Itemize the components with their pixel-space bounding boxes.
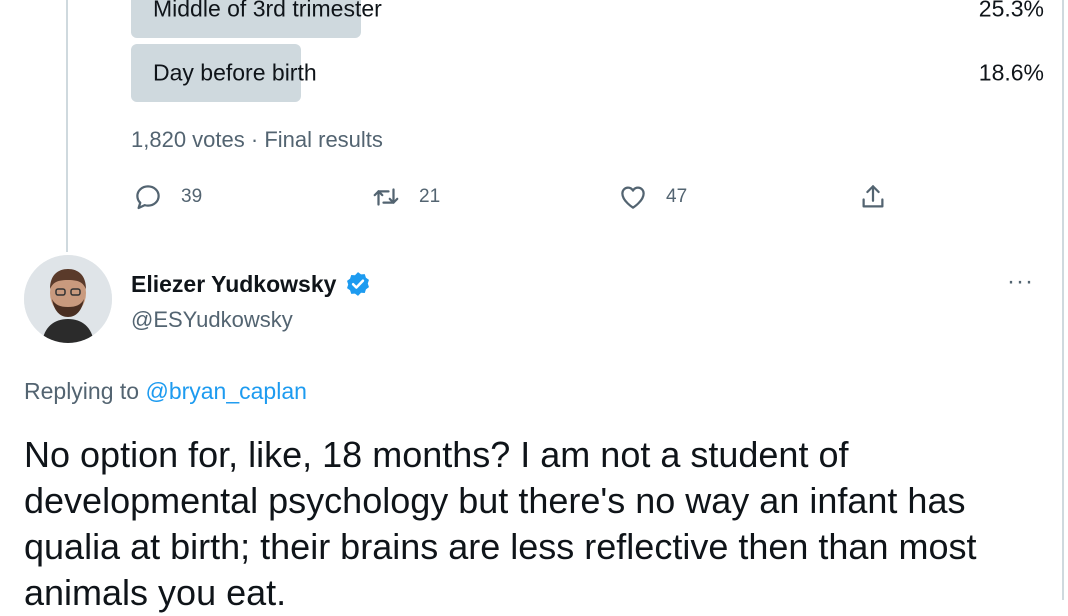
heart-icon (621, 186, 645, 209)
retweet-icon (373, 188, 399, 206)
poll-option: Middle of 3rd trimester 25.3% (131, 0, 1044, 38)
timeline-border (1062, 0, 1064, 600)
avatar[interactable] (24, 255, 112, 343)
poll-option-label: Middle of 3rd trimester (153, 0, 382, 22)
poll-option-percent: 18.6% (978, 59, 1044, 86)
like-button[interactable]: 47 (618, 182, 687, 212)
author-handle[interactable]: @ESYudkowsky (131, 307, 293, 333)
poll-option: Day before birth 18.6% (131, 44, 1044, 102)
share-icon (862, 185, 884, 208)
replying-to: Replying to @bryan_caplan (24, 378, 307, 405)
reply-count: 39 (181, 186, 203, 207)
replying-to-label: Replying to (24, 378, 140, 404)
poll-vote-count: 1,820 votes (131, 127, 245, 152)
poll-option-percent: 25.3% (978, 0, 1044, 22)
reply-icon (136, 185, 160, 210)
retweet-count: 21 (419, 186, 441, 207)
author-name[interactable]: Eliezer Yudkowsky (131, 270, 372, 298)
poll-option-label: Day before birth (153, 59, 317, 86)
more-options-button[interactable]: ··· (1007, 268, 1034, 296)
retweet-button[interactable]: 21 (371, 182, 440, 212)
thread-connector-line (66, 0, 68, 252)
reply-button[interactable]: 39 (133, 182, 202, 212)
author-display-name: Eliezer Yudkowsky (131, 270, 337, 297)
poll-summary: 1,820 votes · Final results (131, 127, 383, 153)
share-button[interactable] (858, 182, 888, 212)
like-count: 47 (666, 186, 688, 207)
profile-photo (24, 255, 112, 343)
tweet-action-bar: 39 21 47 (131, 182, 911, 222)
tweet-text: No option for, like, 18 months? I am not… (24, 434, 977, 613)
replying-to-mention[interactable]: @bryan_caplan (145, 378, 306, 404)
verified-badge-icon (347, 272, 370, 296)
poll-separator: · (250, 127, 259, 152)
poll-status: Final results (264, 127, 383, 152)
